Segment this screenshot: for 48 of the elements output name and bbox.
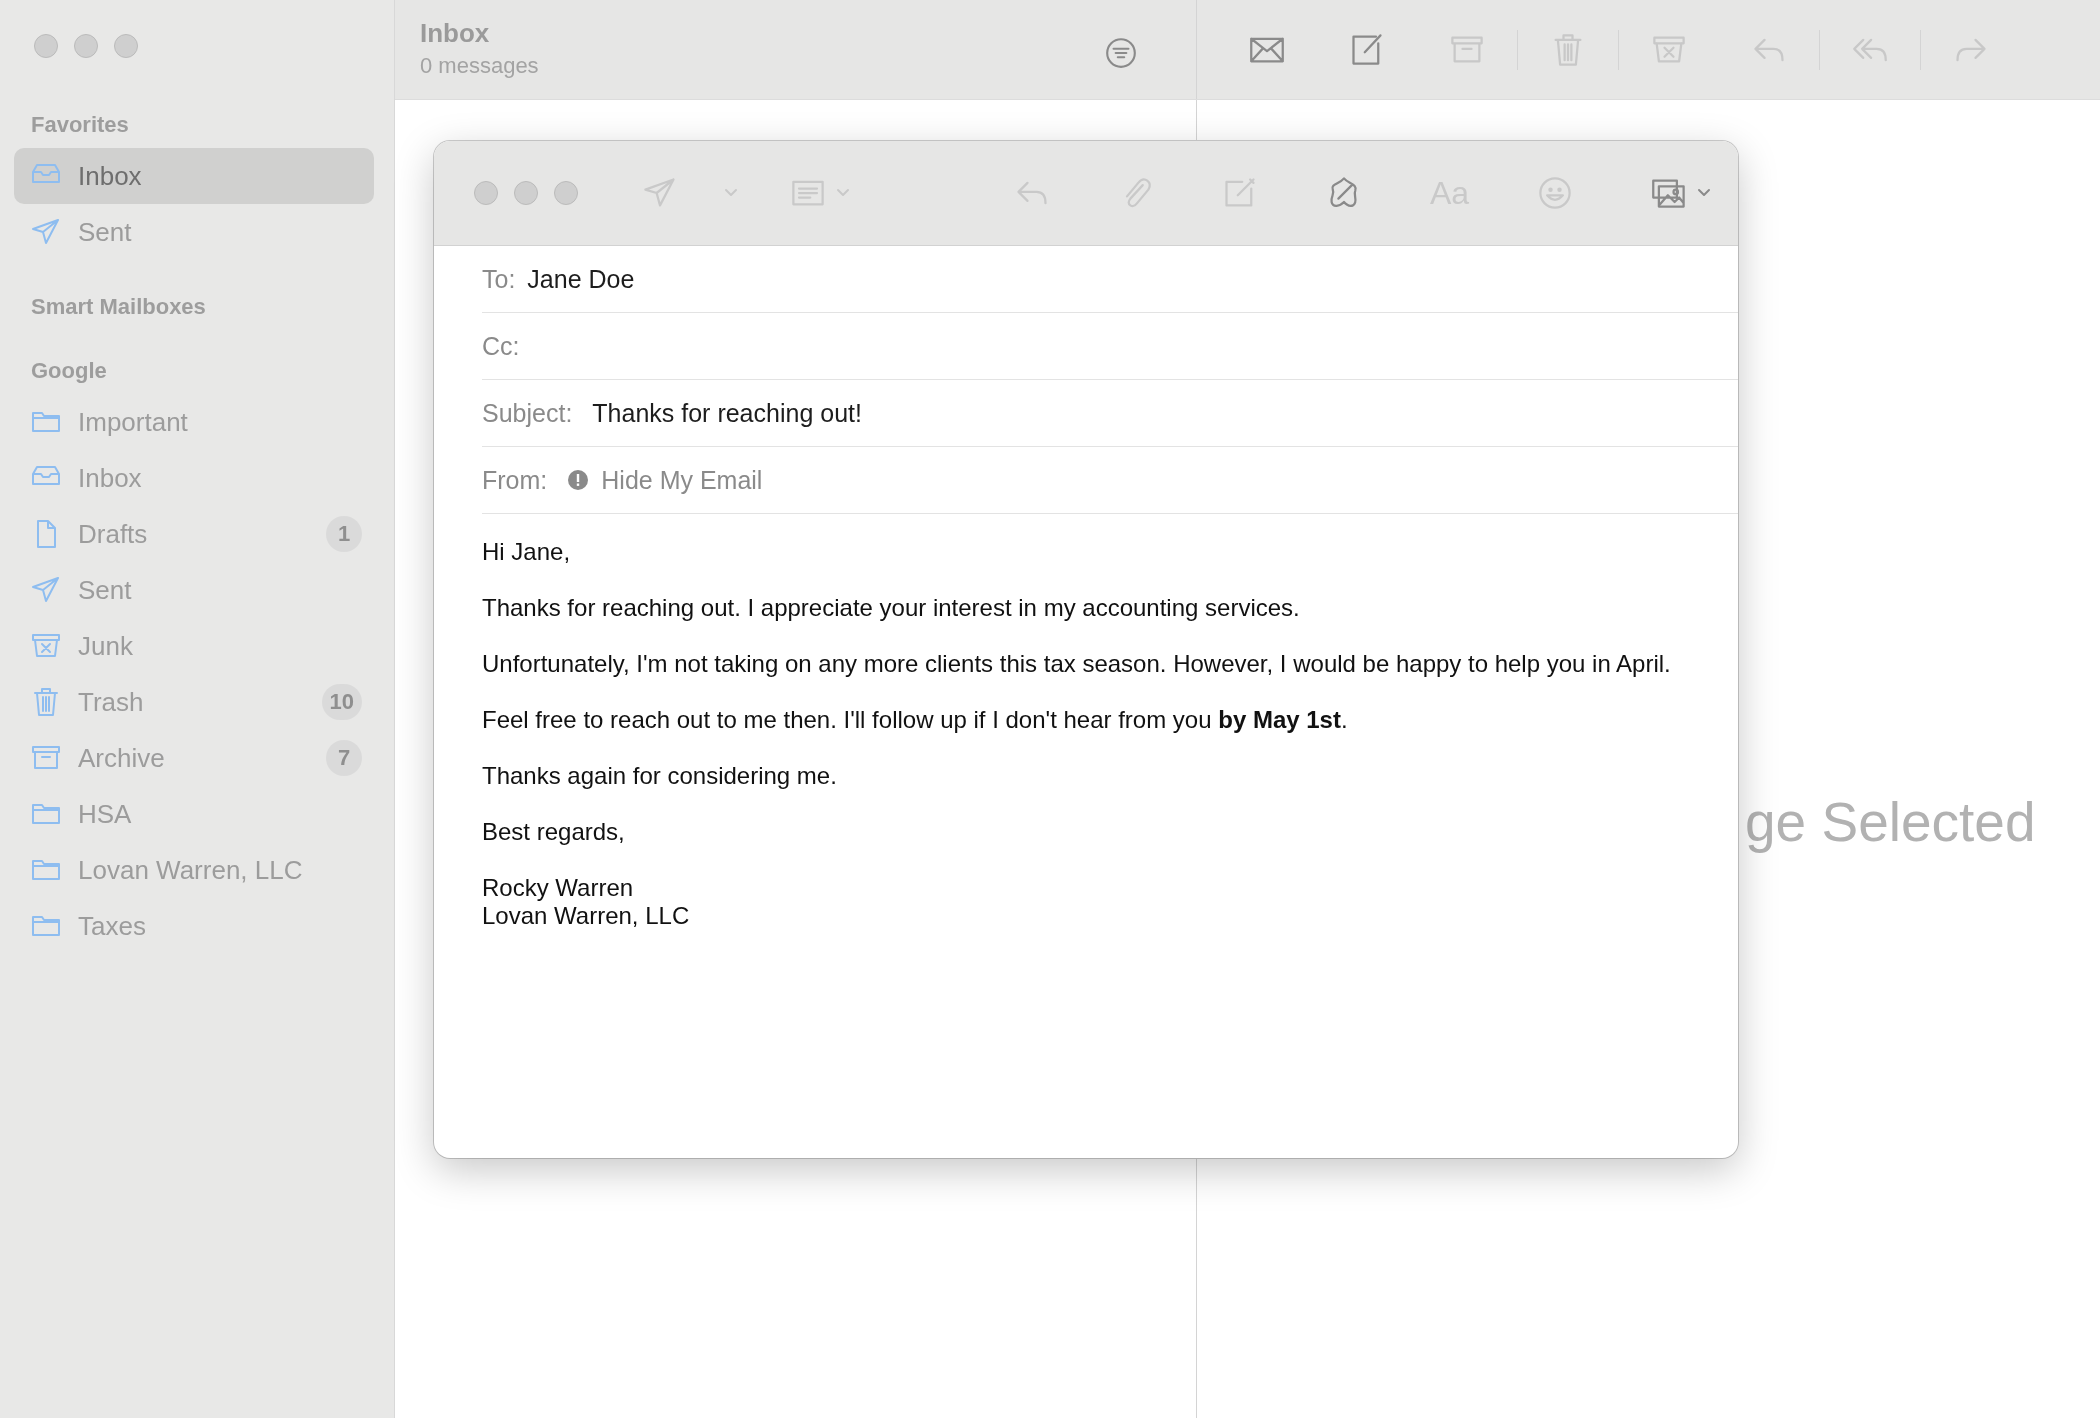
count-badge: 7 [326,740,362,776]
close-button[interactable] [474,181,498,205]
mailbox-item[interactable]: HSA [14,786,374,842]
minimize-button[interactable] [514,181,538,205]
caret-icon [1697,188,1712,198]
field-label: From: [482,465,548,495]
mailbox-item[interactable]: Sent [14,204,374,260]
body-text: Thanks for reaching out. I appreciate your interest in my accounting services. [482,594,1301,622]
field-label: To: [482,264,516,294]
mailbox-item[interactable]: Taxes [14,898,374,954]
body-text: Unfortunately, I'm not taking on any more clients this tax season. However, I would be happy to help you in April. [482,650,1672,678]
field-value[interactable]: Hide My Email [601,465,763,495]
body-text: Feel free to reach out to me then. I'll follow up if I don't hear from you by May 1st. [482,706,1349,734]
mailbox-item[interactable]: Important [14,394,374,450]
caret-icon [836,188,850,198]
caret-icon [724,188,738,198]
body-text: Hi Jane, [482,538,572,566]
body-text: Best regards, [482,818,626,846]
zoom-button[interactable] [554,181,578,205]
empty-state-text: ge Selected [1745,791,2036,853]
mailbox-item[interactable]: Trash 10 [14,674,374,730]
field-value[interactable]: Thanks for reaching out! [592,398,862,428]
mailbox-item[interactable]: Sent [14,562,374,618]
field-label: Cc: [482,331,520,361]
zoom-button[interactable] [114,34,138,58]
mailbox-item[interactable]: Inbox [14,450,374,506]
mailbox-item[interactable]: Drafts 1 [14,506,374,562]
mailbox-item[interactable]: Lovan Warren, LLC [14,842,374,898]
body-text: Lovan Warren, LLC [482,902,691,930]
mailbox-item[interactable]: Junk [14,618,374,674]
section-heading: Favorites [30,111,130,139]
body-text: Thanks again for considering me. [482,762,838,790]
mailbox-item[interactable]: Archive 7 [14,730,374,786]
mailbox-title: Inbox [420,18,491,49]
section-heading: Smart Mailboxes [30,293,207,321]
body-text: Rocky Warren [482,874,635,902]
field-label: Subject: [482,398,573,428]
count-badge: 1 [326,516,362,552]
minimize-button[interactable] [74,34,98,58]
field-value[interactable]: Jane Doe [527,264,635,294]
filter-icon [1104,36,1138,70]
count-badge: 10 [321,684,362,720]
close-button[interactable] [34,34,58,58]
mailbox-item[interactable]: Inbox [14,148,374,204]
emoji-icon [1537,175,1574,211]
compose-icon [1349,31,1385,68]
section-heading: Google [30,357,108,385]
message-count: 0 messages [420,53,539,79]
